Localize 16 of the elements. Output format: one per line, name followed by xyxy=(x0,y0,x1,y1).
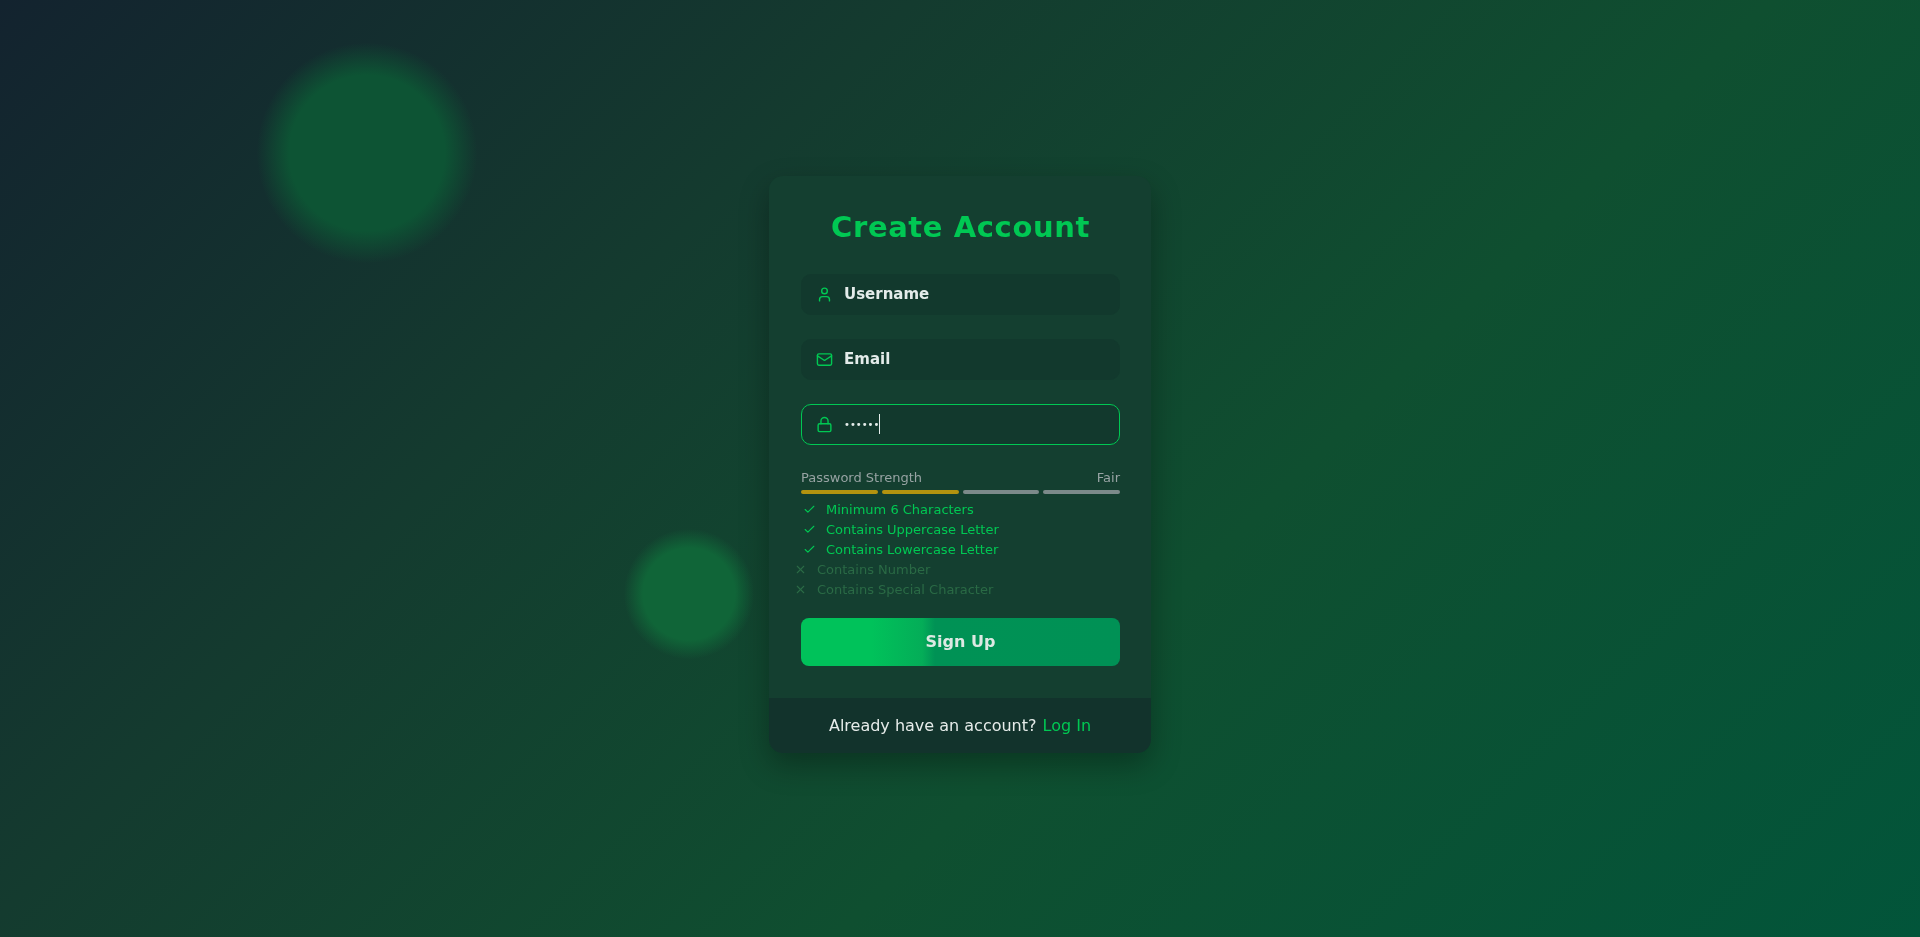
requirement-text: Minimum 6 Characters xyxy=(826,502,974,517)
username-field[interactable]: Username xyxy=(801,273,1120,315)
envelope-icon xyxy=(816,350,833,368)
form-title: Create Account xyxy=(831,208,1090,245)
requirement-text: Contains Lowercase Letter xyxy=(826,542,999,557)
requirement-text: Contains Uppercase Letter xyxy=(826,522,999,537)
lock-icon xyxy=(816,415,833,433)
sign-up-button[interactable]: Sign Up xyxy=(801,617,1120,666)
strength-rating: Fair xyxy=(1096,469,1120,486)
log-in-link[interactable]: Log In xyxy=(1042,715,1092,735)
strength-label: Password Strength xyxy=(801,469,923,486)
text-cursor xyxy=(879,414,881,434)
password-field[interactable]: •••••• xyxy=(801,403,1120,445)
email-field[interactable]: Email xyxy=(801,338,1120,380)
user-icon xyxy=(816,285,833,303)
footer-text: Already have an account? xyxy=(828,715,1037,735)
